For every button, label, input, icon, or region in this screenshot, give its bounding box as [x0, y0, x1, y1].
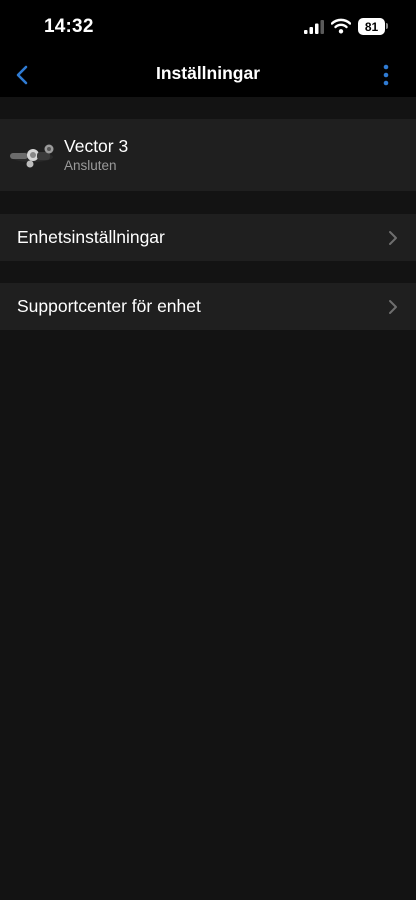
cellular-signal-icon: [304, 20, 324, 34]
support-center-label: Supportcenter för enhet: [17, 296, 201, 316]
battery-level: 81: [364, 19, 379, 34]
settings-screen: 14:32 81 Inställningar Vector 3 Ansluten…: [0, 0, 416, 900]
wifi-icon: [331, 18, 351, 34]
status-bar: 14:32 81: [0, 0, 416, 54]
more-options-button[interactable]: [374, 58, 398, 92]
battery-body: 81: [358, 18, 385, 35]
status-time: 14:32: [44, 16, 94, 37]
device-settings-label: Enhetsinställningar: [17, 227, 165, 247]
chevron-right-icon: [389, 231, 397, 245]
device-status: Ansluten: [64, 158, 117, 173]
nav-bar: Inställningar: [0, 54, 416, 97]
support-center-row[interactable]: Supportcenter för enhet: [0, 283, 416, 330]
device-image: [10, 144, 54, 168]
chevron-right-icon: [389, 300, 397, 314]
page-title: Inställningar: [155, 63, 261, 83]
more-vertical-icon: [383, 64, 389, 86]
battery-icon: 81: [358, 18, 389, 35]
device-name: Vector 3: [64, 136, 129, 156]
device-row[interactable]: Vector 3 Ansluten: [0, 119, 416, 191]
device-settings-row[interactable]: Enhetsinställningar: [0, 214, 416, 261]
battery-cap: [386, 23, 388, 29]
